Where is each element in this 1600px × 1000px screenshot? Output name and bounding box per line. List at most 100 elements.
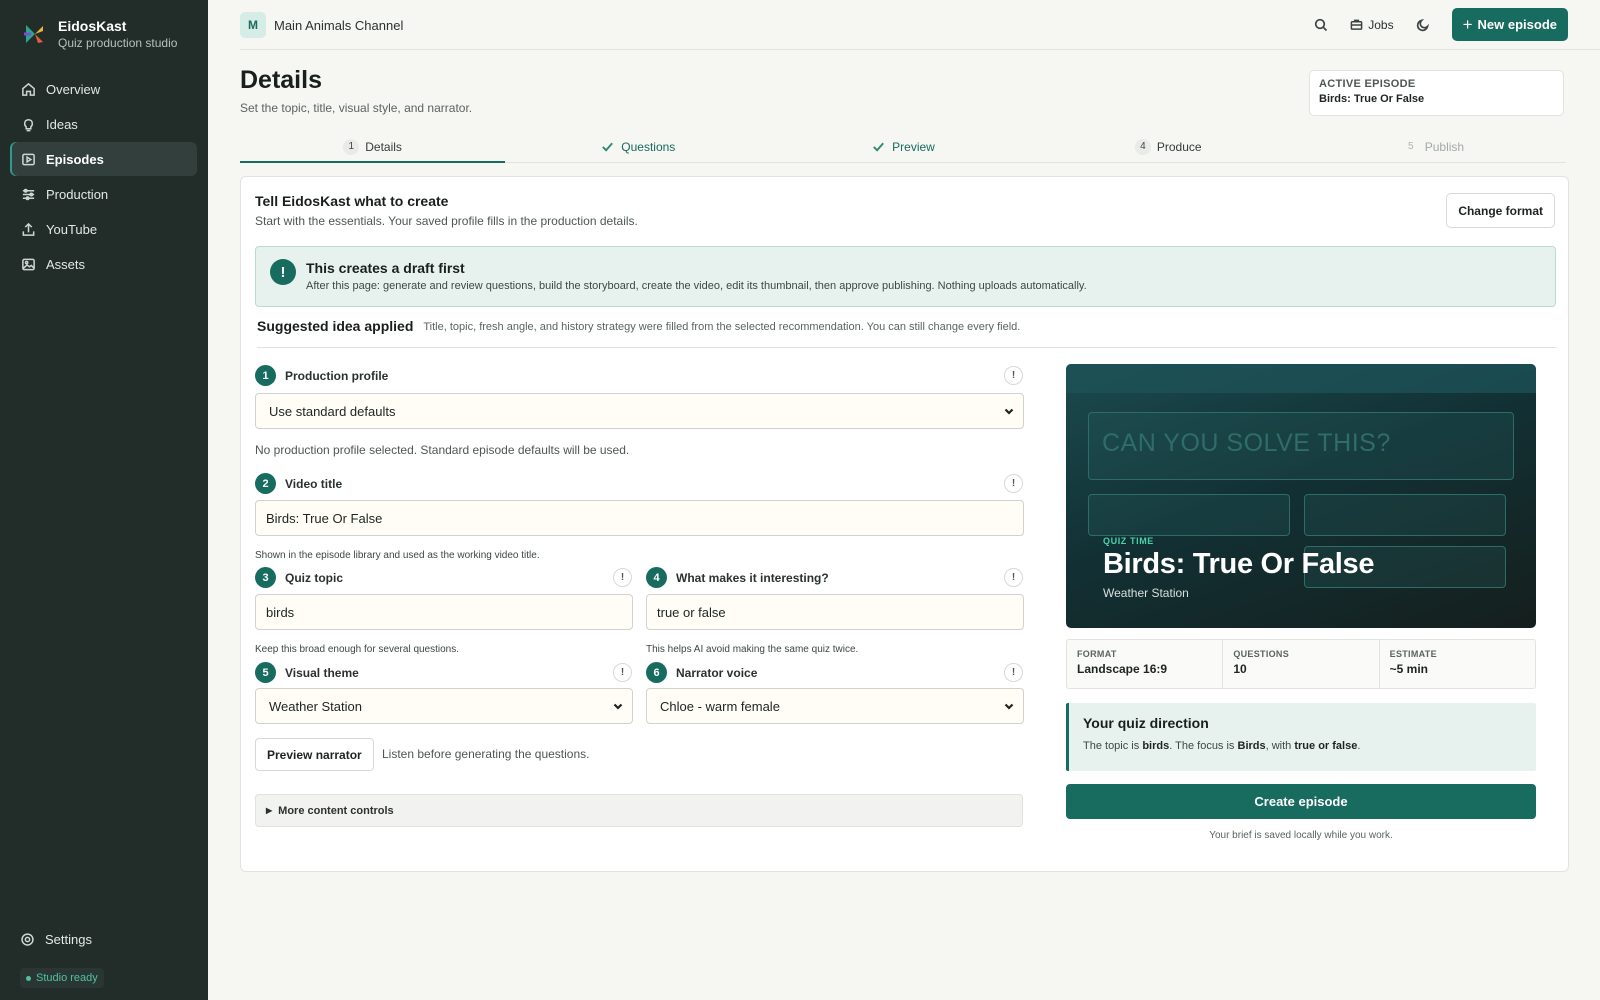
step-publish: 5 Publish xyxy=(1301,131,1566,162)
visual-theme-select[interactable]: Weather Station xyxy=(255,688,633,724)
new-episode-button[interactable]: + New episode xyxy=(1451,8,1568,41)
field-number: 5 xyxy=(255,662,276,683)
stat-value: ~5 min xyxy=(1389,662,1429,676)
stat-value: 10 xyxy=(1233,662,1247,676)
stepper: 1 Details Questions Preview 4 Produce 5 … xyxy=(240,131,1566,163)
image-icon xyxy=(20,256,36,272)
step-preview[interactable]: Preview xyxy=(770,131,1035,162)
step-label: Details xyxy=(365,139,402,154)
sidebar-item-settings[interactable]: Settings xyxy=(20,932,92,947)
card-subtitle: Start with the essentials. Your saved pr… xyxy=(255,214,638,228)
step-details[interactable]: 1 Details xyxy=(240,131,506,163)
sidebar-item-ideas[interactable]: Ideas xyxy=(10,107,197,141)
visual-theme-label: Visual theme xyxy=(285,666,359,680)
create-episode-button[interactable]: Create episode xyxy=(1066,784,1536,819)
production-profile-select[interactable]: Use standard defaults xyxy=(255,393,1024,429)
stat-label: FORMAT xyxy=(1077,649,1117,659)
chevron-down-icon xyxy=(1004,703,1014,710)
direction-text: . xyxy=(1357,740,1361,752)
jobs-button[interactable]: Jobs xyxy=(1350,18,1394,32)
step-number: 5 xyxy=(1407,141,1414,152)
info-icon[interactable]: ! xyxy=(613,663,632,682)
production-profile-value: Use standard defaults xyxy=(269,403,396,419)
field-number: 4 xyxy=(646,567,667,588)
channel-switcher[interactable]: M Main Animals Channel xyxy=(240,12,403,38)
preview-narrator-button[interactable]: Preview narrator xyxy=(255,738,374,771)
plus-icon: + xyxy=(1462,15,1473,34)
briefcase-icon xyxy=(1350,19,1363,30)
theme-toggle-button[interactable] xyxy=(1408,10,1438,40)
direction-text: . The focus is xyxy=(1169,740,1238,752)
video-title-input[interactable]: Birds: True Or False xyxy=(255,500,1024,536)
quiz-topic-label: Quiz topic xyxy=(285,571,343,585)
sidebar-item-youtube[interactable]: YouTube xyxy=(10,212,197,246)
search-button[interactable] xyxy=(1306,10,1336,40)
draft-notice: ! This creates a draft first After this … xyxy=(255,246,1556,307)
main-content: M Main Animals Channel Jobs + New episod… xyxy=(208,0,1600,1000)
status-badge: Studio ready xyxy=(20,968,104,988)
step-label: Questions xyxy=(621,139,676,154)
stat-format: FORMAT Landscape 16:9 xyxy=(1067,640,1224,688)
quiz-topic-hint: Keep this broad enough for several quest… xyxy=(255,644,460,655)
step-number: 1 xyxy=(343,138,360,155)
thumbnail-preview: CAN YOU SOLVE THIS? QUIZ TIME Birds: Tru… xyxy=(1066,364,1536,628)
sidebar-item-label: YouTube xyxy=(46,221,98,237)
channel-name: Main Animals Channel xyxy=(274,17,404,33)
quiz-direction-body: The topic is birds. The focus is Birds, … xyxy=(1083,740,1522,752)
video-title-label: Video title xyxy=(285,477,343,491)
preview-answer-box xyxy=(1088,494,1290,536)
active-episode-panel: ACTIVE EPISODE Birds: True Or False xyxy=(1309,70,1564,116)
change-format-button[interactable]: Change format xyxy=(1446,193,1555,228)
sidebar-item-episodes[interactable]: Episodes xyxy=(10,142,197,176)
narrator-voice-select[interactable]: Chloe - warm female xyxy=(646,688,1024,724)
caret-right-icon: ▶ xyxy=(266,806,273,815)
active-episode-value: Birds: True Or False xyxy=(1319,93,1425,105)
notice-body: After this page: generate and review que… xyxy=(306,280,1087,292)
production-profile-note: No production profile selected. Standard… xyxy=(255,443,630,457)
interesting-input[interactable]: true or false xyxy=(646,594,1024,630)
step-questions[interactable]: Questions xyxy=(505,131,770,162)
sidebar-item-overview[interactable]: Overview xyxy=(10,72,197,106)
visual-theme-value: Weather Station xyxy=(269,698,362,714)
create-card: Tell EidosKast what to create Start with… xyxy=(240,176,1569,872)
episode-stats: FORMAT Landscape 16:9 QUESTIONS 10 ESTIM… xyxy=(1066,639,1536,689)
quiz-topic-input[interactable]: birds xyxy=(255,594,633,630)
narrator-voice-label: Narrator voice xyxy=(676,666,758,680)
preview-title: Birds: True Or False xyxy=(1103,548,1375,580)
home-icon xyxy=(20,81,36,97)
suggestion-banner: Suggested idea applied Title, topic, fre… xyxy=(257,318,1557,348)
suggestion-body: Title, topic, fresh angle, and history s… xyxy=(423,321,1021,333)
sidebar-item-label: Assets xyxy=(46,256,86,272)
info-icon[interactable]: ! xyxy=(613,568,632,587)
preview-question-text: CAN YOU SOLVE THIS? xyxy=(1102,429,1391,457)
brand[interactable]: EidosKast Quiz production studio xyxy=(22,18,177,51)
sidebar-item-assets[interactable]: Assets xyxy=(10,247,197,281)
sidebar-item-production[interactable]: Production xyxy=(10,177,197,211)
more-content-controls[interactable]: ▶ More content controls xyxy=(255,794,1023,827)
direction-text: The topic is xyxy=(1083,740,1143,752)
direction-focus: Birds xyxy=(1237,740,1266,752)
sidebar-nav: Overview Ideas Episodes Production YouTu… xyxy=(10,72,197,282)
chevron-down-icon xyxy=(1004,408,1014,415)
preview-narrator-note: Listen before generating the questions. xyxy=(382,747,590,761)
direction-topic: birds xyxy=(1142,740,1170,752)
step-number: 4 xyxy=(1134,138,1151,155)
channel-avatar: M xyxy=(240,12,266,38)
suggestion-title: Suggested idea applied xyxy=(257,318,414,334)
sliders-icon xyxy=(20,186,36,202)
info-icon[interactable]: ! xyxy=(1004,474,1023,493)
preview-tag: QUIZ TIME xyxy=(1103,536,1154,546)
production-profile-label: Production profile xyxy=(285,369,389,383)
stat-label: ESTIMATE xyxy=(1389,649,1437,659)
info-icon[interactable]: ! xyxy=(1004,663,1023,682)
check-icon xyxy=(873,142,885,152)
stat-value: Landscape 16:9 xyxy=(1077,662,1168,676)
step-produce[interactable]: 4 Produce xyxy=(1036,131,1301,162)
narrator-voice-value: Chloe - warm female xyxy=(660,698,780,714)
lightbulb-icon xyxy=(20,116,36,132)
info-icon[interactable]: ! xyxy=(1004,366,1023,385)
preview-header-band xyxy=(1066,364,1536,393)
info-icon[interactable]: ! xyxy=(1004,568,1023,587)
sidebar-item-label: Production xyxy=(46,186,109,202)
quiz-direction-title: Your quiz direction xyxy=(1083,715,1209,731)
